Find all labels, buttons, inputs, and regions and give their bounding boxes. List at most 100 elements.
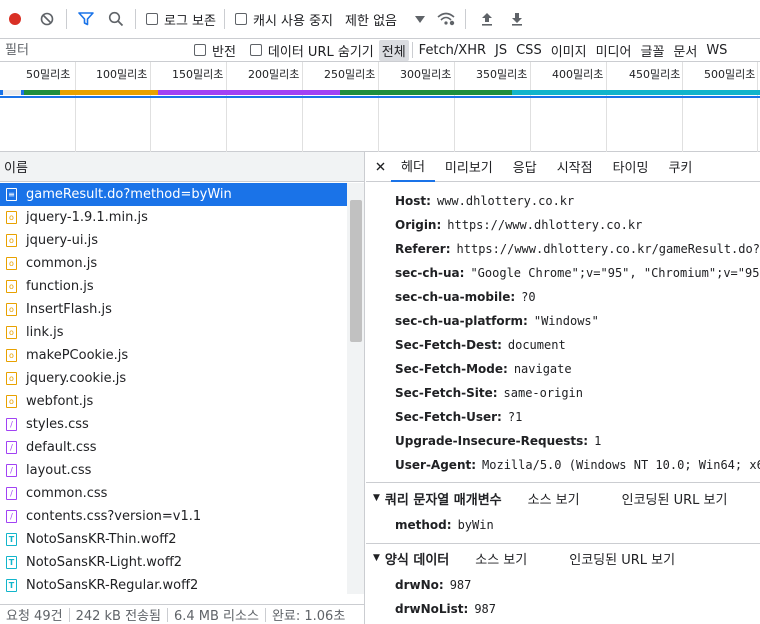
download-icon[interactable] [506,8,528,30]
header-row: Origin: https://www.dhlottery.co.kr [395,215,642,235]
view-url-encoded-link[interactable]: 인코딩된 URL 보기 [622,489,728,508]
header-row: Sec-Fetch-Mode: navigate [395,359,572,379]
filter-icon[interactable] [75,8,97,30]
type-filter-doc[interactable]: 문서 [670,40,700,61]
js-file-icon: o [6,211,17,224]
view-source-link[interactable]: 소스 보기 [475,549,527,568]
request-name: NotoSansKR-Regular.woff2 [26,578,199,593]
header-value: document [507,338,566,352]
font-file-icon: T [6,533,17,546]
filter-input[interactable] [0,40,180,60]
close-icon[interactable] [366,152,391,182]
toolbar-separator [223,9,225,29]
tab-cookies[interactable]: 쿠키 [658,152,702,182]
request-row[interactable]: / layout.css [0,459,347,482]
timeline-tick-label: 200밀리초 [248,68,300,81]
request-row[interactable]: / styles.css [0,413,347,436]
type-filter-css[interactable]: CSS [513,42,545,59]
status-bar: 요청 49건 242 kB 전송됨 6.4 MB 리소스 완료: 1.06초 [0,604,365,624]
request-row[interactable]: / common.css [0,482,347,505]
disable-cache-checkbox[interactable]: 캐시 사용 중지 [234,10,333,29]
request-row[interactable]: T NotoSansKR-Thin.woff2 [0,528,347,551]
upload-icon[interactable] [476,8,498,30]
scrollbar-thumb[interactable] [350,200,362,342]
request-row[interactable]: o function.js [0,275,347,298]
request-name: webfont.js [26,394,94,409]
request-row[interactable]: o common.js [0,252,347,275]
search-icon[interactable] [105,8,127,30]
tab-initiator[interactable]: 시작점 [547,152,603,182]
view-url-encoded-link[interactable]: 인코딩된 URL 보기 [569,549,675,568]
name-column-header[interactable]: 이름 [0,152,364,182]
request-name: layout.css [26,463,92,478]
checkbox-box[interactable] [146,13,158,25]
request-row[interactable]: / contents.css?version=v1.1 [0,505,347,528]
view-source-link[interactable]: 소스 보기 [528,489,580,508]
type-filter-js[interactable]: JS [492,42,510,59]
section-header[interactable]: ▼ 양식 데이터 소스 보기 인코딩된 URL 보기 [373,547,675,569]
throttling-select[interactable]: 제한 없음 [345,10,425,29]
type-filter-media[interactable]: 미디어 [593,40,635,61]
timeline-tick [454,62,455,152]
css-file-icon: / [6,510,17,523]
timeline-tick-label: 500밀리초 [704,68,756,81]
triangle-down-icon[interactable]: ▼ [373,553,380,563]
checkbox-box[interactable] [249,44,262,56]
js-file-icon: o [6,257,17,270]
timeline-bar [3,90,21,95]
section-header[interactable]: ▼ 쿼리 문자열 매개변수 소스 보기 인코딩된 URL 보기 [373,487,727,509]
type-filter-font[interactable]: 글꼴 [637,40,667,61]
toolbar-separator [135,9,136,29]
font-file-icon: T [6,556,17,569]
hide-data-urls-checkbox[interactable]: 데이터 URL 숨기기 [249,41,374,60]
header-row: Upgrade-Insecure-Requests: 1 [395,431,601,451]
request-row[interactable]: o jquery.cookie.js [0,367,347,390]
js-file-icon: o [6,234,17,247]
header-value: ?0 [521,290,536,304]
request-row[interactable]: o link.js [0,321,347,344]
preserve-log-checkbox[interactable]: 로그 보존 [146,10,216,29]
name-column-label: 이름 [4,161,28,176]
header-value: https://www.dhlottery.co.kr/gameResult.d… [456,242,760,256]
checkbox-box[interactable] [194,44,206,56]
request-row[interactable]: o InsertFlash.js [0,298,347,321]
resources-size: 6.4 MB 리소스 [173,609,259,624]
details-tabs: 헤더 미리보기 응답 시작점 타이밍 쿠키 [366,152,760,182]
tab-headers[interactable]: 헤더 [391,152,435,182]
timeline-overview[interactable]: 50밀리초 100밀리초 150밀리초 200밀리초 250밀리초 300밀리초… [0,62,760,152]
timeline-tick [682,62,683,152]
tab-timing[interactable]: 타이밍 [603,152,659,182]
request-row[interactable]: T NotoSansKR-Light.woff2 [0,551,347,574]
tab-response[interactable]: 응답 [503,152,547,182]
invert-checkbox[interactable]: 반전 [194,41,236,60]
font-file-icon: T [6,579,17,592]
type-filter-ws[interactable]: WS [703,42,730,59]
timeline-tick-label: 400밀리초 [552,68,604,81]
header-row: sec-ch-ua: "Google Chrome";v="95", "Chrom… [395,263,760,283]
request-row[interactable]: o makePCookie.js [0,344,347,367]
request-row[interactable]: o jquery-ui.js [0,229,347,252]
record-icon[interactable] [4,8,26,30]
header-row: drwNoList: 987 [395,599,496,619]
header-row: Host: www.dhlottery.co.kr [395,191,574,211]
header-value: same-origin [503,386,584,400]
type-filter-fetch-xhr[interactable]: Fetch/XHR [416,42,489,59]
header-name: drwNo: [395,578,444,592]
request-row[interactable]: T NotoSansKR-Regular.woff2 [0,574,347,597]
timeline-tick-label: 350밀리초 [476,68,528,81]
js-file-icon: o [6,303,17,316]
network-conditions-icon[interactable] [435,8,457,30]
triangle-down-icon[interactable]: ▼ [373,493,380,503]
request-row[interactable]: / default.css [0,436,347,459]
clear-icon[interactable] [36,8,58,30]
type-filter-img[interactable]: 이미지 [548,40,590,61]
header-name: Upgrade-Insecure-Requests: [395,434,589,448]
header-value: navigate [513,362,572,376]
request-row[interactable]: ≡ gameResult.do?method=byWin [0,183,347,206]
tab-preview[interactable]: 미리보기 [435,152,503,182]
request-row[interactable]: o jquery-1.9.1.min.js [0,206,347,229]
request-name: NotoSansKR-Light.woff2 [26,555,183,570]
request-row[interactable]: o webfont.js [0,390,347,413]
checkbox-box[interactable] [234,13,247,25]
type-filter-all[interactable]: 전체 [378,39,409,61]
